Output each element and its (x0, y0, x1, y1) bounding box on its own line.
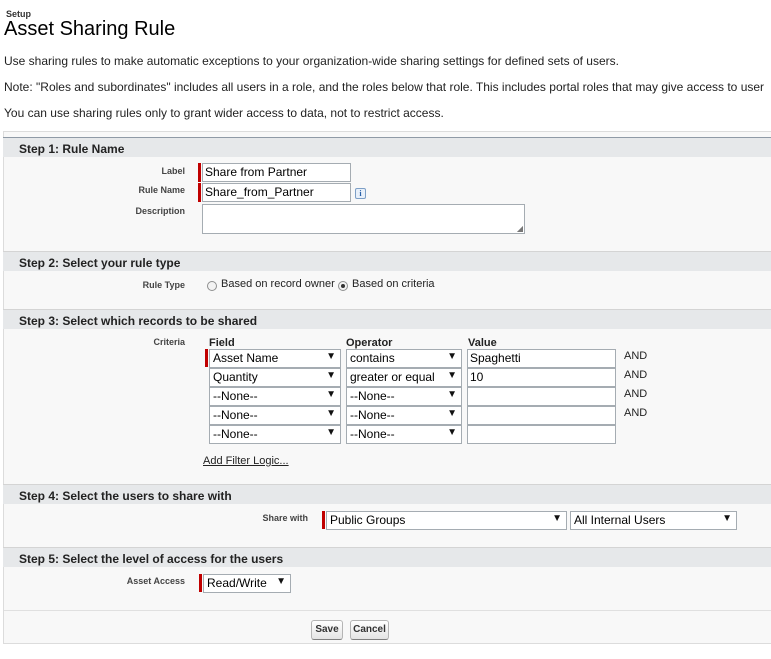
radio-label-owner: Based on record owner (221, 278, 335, 290)
column-header-operator: Operator (346, 337, 393, 349)
cancel-button[interactable]: Cancel (350, 620, 389, 640)
required-indicator (198, 163, 201, 182)
rule-type-label: Rule Type (142, 280, 185, 290)
criteria-operator-select[interactable]: contains ▼ (346, 349, 462, 368)
column-header-field: Field (209, 337, 235, 349)
description-field-label: Description (135, 206, 185, 216)
dropdown-arrow-icon: ▼ (326, 370, 336, 381)
criteria-value-input[interactable]: Spaghetti (467, 349, 616, 368)
criteria-field-select[interactable]: --None-- ▼ (209, 387, 341, 406)
rule-name-field-label: Rule Name (138, 185, 185, 195)
criteria-operator-select[interactable]: --None-- ▼ (346, 387, 462, 406)
info-icon[interactable]: i (355, 188, 366, 199)
criteria-field-select[interactable]: --None-- ▼ (209, 425, 341, 444)
criteria-operator-select[interactable]: --None-- ▼ (346, 425, 462, 444)
page-title: Asset Sharing Rule (4, 18, 176, 40)
step5-header: Step 5: Select the level of access for t… (3, 547, 771, 567)
and-label: AND (624, 369, 648, 381)
dropdown-arrow-icon: ▼ (722, 513, 732, 524)
asset-access-label: Asset Access (126, 576, 185, 586)
required-indicator (205, 349, 208, 367)
share-with-target-select[interactable]: All Internal Users ▼ (570, 511, 737, 530)
dropdown-arrow-icon: ▼ (326, 351, 336, 362)
and-label: AND (624, 407, 648, 419)
intro-text-3: You can use sharing rules only to grant … (4, 106, 444, 120)
dropdown-arrow-icon: ▼ (447, 408, 457, 419)
criteria-field-select[interactable]: Asset Name ▼ (209, 349, 341, 368)
required-indicator (199, 574, 202, 592)
criteria-value-input[interactable] (467, 406, 616, 425)
share-with-type-select[interactable]: Public Groups ▼ (326, 511, 567, 530)
dropdown-arrow-icon: ▼ (326, 389, 336, 400)
criteria-value-input[interactable] (467, 425, 616, 444)
button-divider (4, 610, 771, 611)
required-indicator (198, 183, 201, 202)
criteria-operator-select[interactable]: --None-- ▼ (346, 406, 462, 425)
add-filter-logic-link[interactable]: Add Filter Logic... (203, 455, 289, 467)
criteria-field-select[interactable]: Quantity ▼ (209, 368, 341, 387)
criteria-label: Criteria (153, 337, 185, 347)
label-field-label: Label (161, 166, 185, 176)
save-button[interactable]: Save (311, 620, 343, 640)
label-input[interactable]: Share from Partner (202, 163, 351, 182)
description-textarea[interactable]: ◢ (202, 204, 525, 234)
radio-based-on-criteria[interactable] (338, 281, 348, 291)
share-with-label: Share with (262, 513, 308, 523)
dropdown-arrow-icon: ▼ (552, 513, 562, 524)
criteria-value-input[interactable]: 10 (467, 368, 616, 387)
criteria-value-input[interactable] (467, 387, 616, 406)
and-label: AND (624, 350, 648, 362)
dropdown-arrow-icon: ▼ (447, 351, 457, 362)
step4-header: Step 4: Select the users to share with (3, 484, 771, 504)
and-label: AND (624, 388, 648, 400)
dropdown-arrow-icon: ▼ (447, 389, 457, 400)
criteria-field-select[interactable]: --None-- ▼ (209, 406, 341, 425)
rule-name-input[interactable]: Share_from_Partner (202, 183, 351, 202)
resize-handle-icon[interactable]: ◢ (517, 225, 523, 233)
intro-text-2: Note: "Roles and subordinates" includes … (4, 80, 765, 94)
asset-access-select[interactable]: Read/Write ▼ (203, 574, 291, 593)
dropdown-arrow-icon: ▼ (276, 576, 286, 587)
criteria-operator-select[interactable]: greater or equal ▼ (346, 368, 462, 387)
step3-header: Step 3: Select which records to be share… (3, 309, 771, 329)
step1-header: Step 1: Rule Name (3, 137, 771, 157)
required-indicator (322, 511, 325, 529)
dropdown-arrow-icon: ▼ (447, 427, 457, 438)
dropdown-arrow-icon: ▼ (326, 427, 336, 438)
step2-header: Step 2: Select your rule type (3, 251, 771, 271)
column-header-value: Value (468, 337, 497, 349)
radio-label-criteria: Based on criteria (352, 278, 435, 290)
dropdown-arrow-icon: ▼ (326, 408, 336, 419)
intro-text-1: Use sharing rules to make automatic exce… (4, 54, 619, 68)
radio-based-on-owner[interactable] (207, 281, 217, 291)
dropdown-arrow-icon: ▼ (447, 370, 457, 381)
